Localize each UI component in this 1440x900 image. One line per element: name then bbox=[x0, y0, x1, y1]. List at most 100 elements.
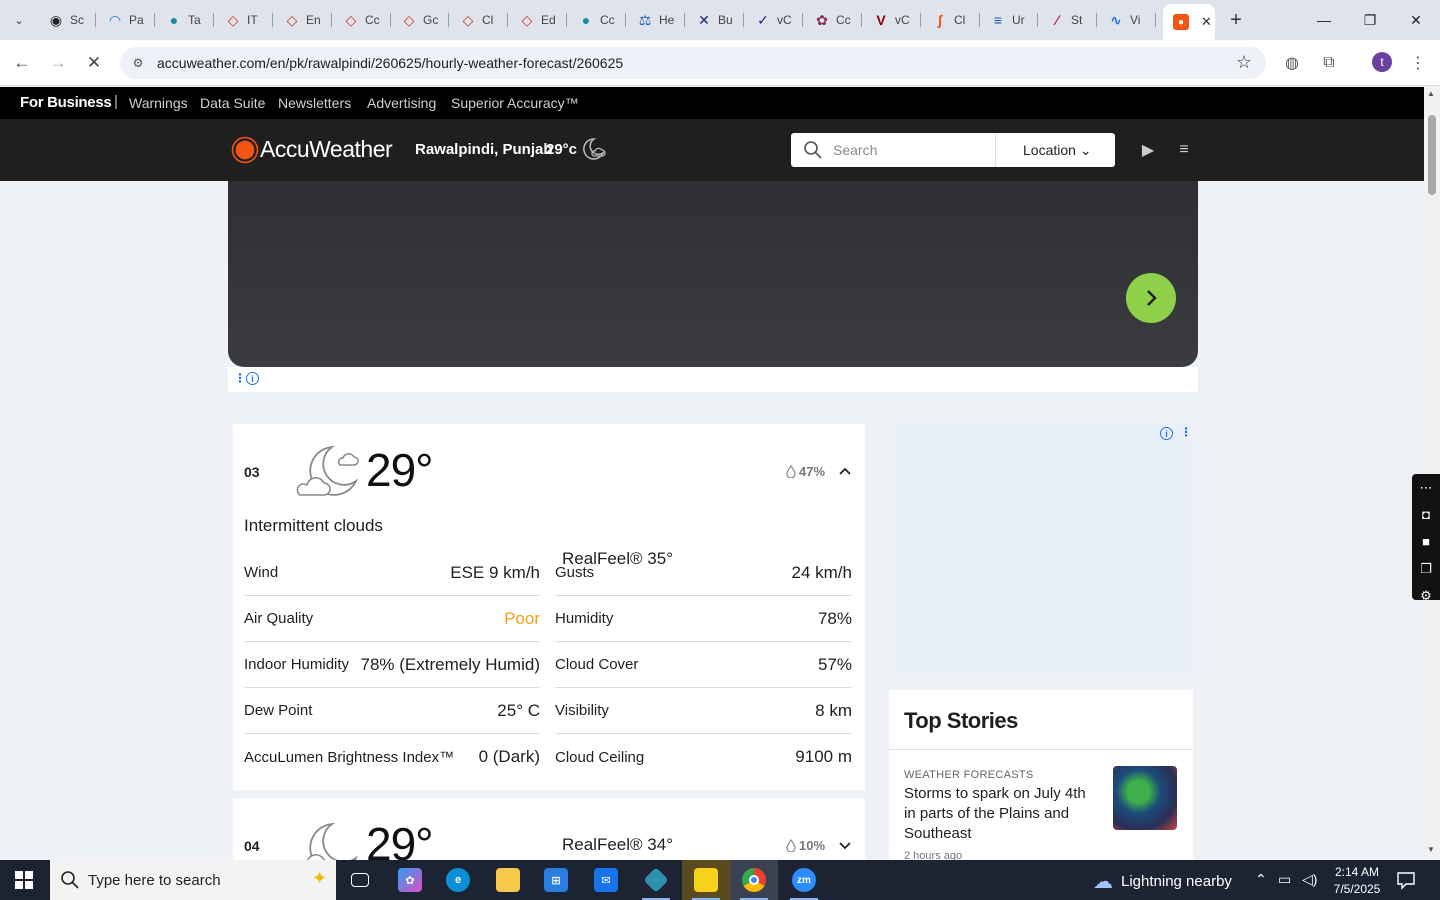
search-input[interactable]: Search bbox=[833, 142, 877, 158]
top-stories-panel: Top Stories WEATHER FORECASTS Storms to … bbox=[889, 690, 1193, 860]
restore-button[interactable]: ❐ bbox=[1348, 6, 1392, 34]
browser-tab[interactable]: ◇ IT bbox=[215, 6, 271, 34]
site-info-icon[interactable]: ⚙ bbox=[130, 55, 146, 71]
bookmark-star-icon[interactable]: ☆ bbox=[1236, 52, 1252, 73]
browser-tab[interactable]: ∿ Vi bbox=[1098, 6, 1154, 34]
tab-search-chevron-icon[interactable]: ⌄ bbox=[6, 8, 32, 32]
network-icon[interactable]: ▭ bbox=[1278, 871, 1291, 888]
location-dropdown-button[interactable]: Location ⌄ bbox=[1023, 142, 1092, 159]
forward-arrow-icon[interactable]: → bbox=[44, 49, 72, 77]
browser-tab[interactable]: ⚖ He bbox=[627, 6, 683, 34]
hourly-card-collapsed[interactable]: 04 29° RealFeel® 34° 10% bbox=[233, 798, 865, 860]
air-quality-value[interactable]: Poor bbox=[504, 609, 540, 629]
volume-icon[interactable]: ◁) bbox=[1302, 871, 1317, 888]
header-current-temp[interactable]: 29°c bbox=[546, 141, 577, 158]
tab-title: Ur bbox=[1012, 13, 1025, 27]
bizbar-link-warnings[interactable]: Warnings bbox=[129, 95, 188, 111]
scrollbar-thumb[interactable] bbox=[1428, 115, 1436, 195]
detail-label: Gusts bbox=[555, 564, 595, 581]
browser-tab[interactable]: ∫ Cl bbox=[922, 6, 978, 34]
tab-accuweather-active[interactable]: ● ✕ bbox=[1163, 4, 1215, 40]
address-bar[interactable]: ⚙ accuweather.com/en/pk/rawalpindi/26062… bbox=[120, 47, 1266, 79]
close-tab-icon[interactable]: ✕ bbox=[1201, 14, 1212, 30]
file-explorer-icon[interactable] bbox=[484, 860, 532, 900]
story-category[interactable]: WEATHER FORECASTS bbox=[904, 769, 1034, 781]
bizbar-link-data-suite[interactable]: Data Suite bbox=[200, 95, 265, 111]
chrome-browser-icon[interactable] bbox=[730, 860, 778, 900]
browser-tab[interactable]: ✕ Bu bbox=[686, 6, 742, 34]
tab-title: vC bbox=[895, 13, 910, 27]
browser-tab[interactable]: ● Cc bbox=[568, 6, 624, 34]
taskbar-search-box[interactable]: Type here to search ✦ bbox=[50, 860, 336, 900]
microsoft-store-icon[interactable]: ⊞ bbox=[532, 860, 580, 900]
ad-options-icon[interactable]: ⋮ bbox=[234, 371, 246, 385]
stop-loading-icon[interactable]: ✕ bbox=[80, 49, 108, 77]
browser-tab[interactable]: ◉ Sc bbox=[38, 6, 94, 34]
for-business-link[interactable]: For Business bbox=[20, 94, 112, 111]
video-camera-icon[interactable]: ■ bbox=[1412, 528, 1440, 555]
copilot-icon[interactable]: ✿ bbox=[386, 860, 434, 900]
story-thumbnail-image[interactable] bbox=[1113, 766, 1177, 830]
taskbar-search-input[interactable]: Type here to search bbox=[88, 872, 221, 889]
detail-row-air-quality: Air Quality Poor bbox=[244, 596, 540, 642]
browser-tab[interactable]: ✿ Cc bbox=[804, 6, 860, 34]
for-business-bar: For Business | Warnings Data Suite Newsl… bbox=[0, 87, 1424, 119]
capture-more-icon[interactable]: ⋯ bbox=[1412, 474, 1440, 501]
sticky-notes-icon[interactable] bbox=[682, 860, 730, 900]
accuweather-logo[interactable]: AccuWeather bbox=[260, 136, 393, 163]
scroll-down-arrow-icon[interactable]: ▼ bbox=[1427, 845, 1435, 854]
profile-avatar[interactable]: t bbox=[1372, 52, 1392, 72]
browser-tab[interactable]: ✓ vC bbox=[745, 6, 801, 34]
camera-icon[interactable]: ◘ bbox=[1412, 501, 1440, 528]
night-cloudy-icon bbox=[583, 138, 606, 160]
browser-tab[interactable]: ◇ En bbox=[274, 6, 330, 34]
url-text[interactable]: accuweather.com/en/pk/rawalpindi/260625/… bbox=[157, 55, 623, 71]
mail-icon[interactable]: ✉ bbox=[582, 860, 630, 900]
story-title-link[interactable]: Storms to spark on July 4th in parts of … bbox=[904, 784, 1094, 844]
bizbar-link-newsletters[interactable]: Newsletters bbox=[278, 95, 351, 111]
settings-gear-icon[interactable]: ⚙ bbox=[1412, 582, 1440, 609]
hero-next-button[interactable] bbox=[1126, 273, 1176, 323]
windows-start-button[interactable] bbox=[0, 860, 48, 900]
browser-tab[interactable]: VvC bbox=[863, 6, 919, 34]
translate-globe-icon[interactable]: ◍ bbox=[1280, 51, 1304, 75]
browser-tab[interactable]: ◇ Ed bbox=[509, 6, 565, 34]
edge-browser-icon[interactable]: e bbox=[434, 860, 482, 900]
bizbar-link-superior-accuracy[interactable]: Superior Accuracy™ bbox=[451, 95, 579, 111]
notification-center-icon[interactable] bbox=[1396, 870, 1416, 890]
chevron-down-icon[interactable] bbox=[838, 841, 852, 851]
tab-favicon-icon: V bbox=[876, 12, 886, 28]
video-player-icon[interactable]: ▶ bbox=[1137, 139, 1159, 161]
taskbar-clock[interactable]: 2:14 AM 7/5/2025 bbox=[1327, 864, 1387, 898]
tray-overflow-chevron-icon[interactable]: ⌃ bbox=[1255, 871, 1267, 888]
tab-favicon-icon: ● bbox=[581, 12, 591, 28]
scroll-up-arrow-icon[interactable]: ▲ bbox=[1427, 89, 1435, 98]
browser-tab[interactable]: ◠ Pa bbox=[97, 6, 153, 34]
chevron-up-icon[interactable] bbox=[838, 466, 852, 476]
task-view-icon[interactable] bbox=[336, 860, 384, 900]
browser-tab[interactable]: ● Ta bbox=[156, 6, 212, 34]
browser-tab[interactable]: ◇ Cl bbox=[450, 6, 506, 34]
back-arrow-icon[interactable]: ← bbox=[8, 49, 36, 77]
app-diamond-icon[interactable] bbox=[632, 860, 680, 900]
zoom-icon[interactable]: zm bbox=[780, 860, 828, 900]
ad-info-icon[interactable]: i bbox=[1160, 427, 1173, 440]
detail-value: 24 km/h bbox=[791, 562, 852, 582]
browser-menu-icon[interactable]: ⋮ bbox=[1406, 51, 1430, 75]
hamburger-menu-icon[interactable]: ≡ bbox=[1173, 139, 1195, 161]
ad-info-icon[interactable]: i bbox=[246, 372, 259, 385]
window-copy-icon[interactable]: ❐ bbox=[1412, 555, 1440, 582]
new-tab-button[interactable]: + bbox=[1224, 8, 1248, 32]
header-location[interactable]: Rawalpindi, Punjab bbox=[415, 141, 553, 158]
browser-tab[interactable]: ◇ Cc bbox=[333, 6, 389, 34]
close-window-button[interactable]: ✕ bbox=[1394, 6, 1438, 34]
browser-tab[interactable]: ◇ Gc bbox=[391, 6, 447, 34]
minimize-button[interactable]: — bbox=[1302, 6, 1346, 34]
taskbar-weather-widget[interactable]: ☁ Lightning nearby bbox=[1093, 869, 1232, 894]
tab-title: Cc bbox=[836, 13, 851, 27]
extensions-puzzle-icon[interactable]: ⧉ bbox=[1317, 51, 1341, 75]
ad-options-icon[interactable]: ⋮ bbox=[1180, 425, 1192, 439]
browser-tab[interactable]: ≡ Ur bbox=[980, 6, 1036, 34]
bizbar-link-advertising[interactable]: Advertising bbox=[367, 95, 436, 111]
browser-tab[interactable]: ∕ St bbox=[1039, 6, 1095, 34]
